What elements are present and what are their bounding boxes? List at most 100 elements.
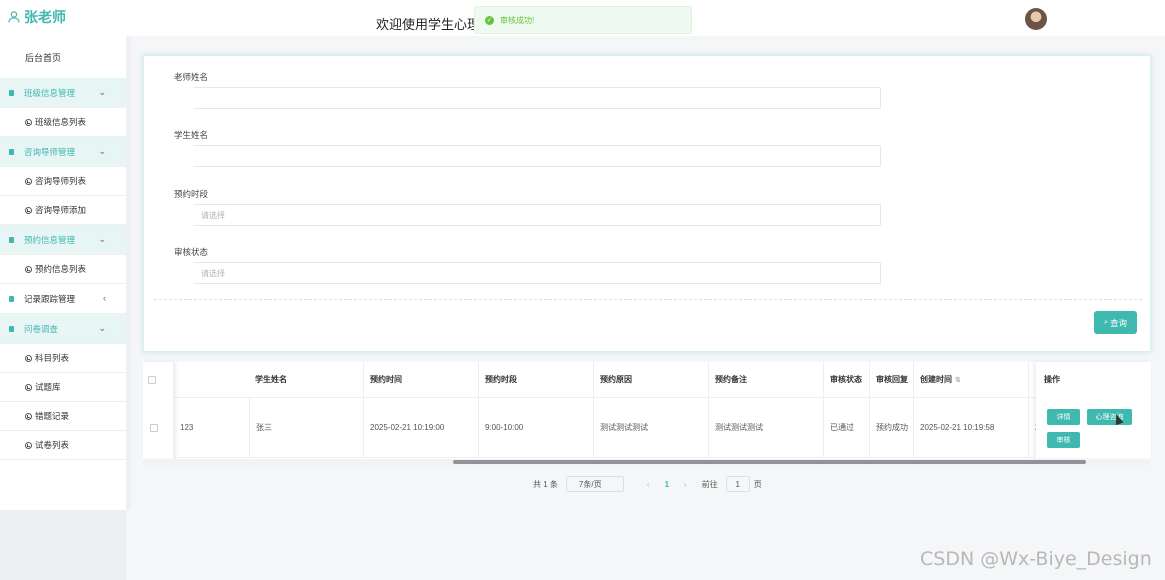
chevron-left-icon: ‹ bbox=[103, 293, 106, 303]
clock-icon bbox=[25, 206, 32, 214]
sidebar-group-label: 问卷调查 bbox=[24, 323, 59, 334]
next-page-icon[interactable]: › bbox=[684, 480, 687, 489]
sidebar-item-question-bank[interactable]: 试题库 bbox=[0, 373, 126, 402]
cell-status: 已通过 bbox=[824, 398, 870, 457]
clock-icon bbox=[25, 177, 32, 185]
chevron-down-icon: ⌄ bbox=[98, 234, 106, 244]
avatar[interactable] bbox=[1025, 8, 1047, 30]
document-icon bbox=[9, 148, 14, 155]
clock-icon bbox=[25, 265, 32, 273]
sidebar-item-label: 班级信息列表 bbox=[35, 117, 87, 127]
sidebar-group-records[interactable]: 记录跟踪管理 ‹ bbox=[0, 284, 126, 314]
pagination: 共 1 条 7条/页 ‹ 1 › 前往 1 页 bbox=[533, 476, 762, 492]
header-time: 预约时间 bbox=[364, 362, 479, 397]
sidebar-item-label: 试卷列表 bbox=[35, 440, 70, 450]
chevron-down-icon: ⌄ bbox=[98, 87, 106, 97]
period-select[interactable]: 请选择 bbox=[193, 204, 881, 226]
check-circle-icon: ✓ bbox=[485, 15, 494, 25]
sidebar-item-class-list[interactable]: 班级信息列表 bbox=[0, 108, 126, 137]
sidebar-group-survey[interactable]: 问卷调查 ⌄ bbox=[0, 314, 126, 344]
clock-icon bbox=[25, 354, 32, 362]
toast-message: 审核成功! bbox=[500, 15, 535, 25]
header-period: 预约时段 bbox=[479, 362, 594, 397]
top-bar: 张老师 欢迎使用学生心理 ✓ 审核成功! bbox=[0, 0, 1165, 36]
fixed-select-column bbox=[143, 362, 174, 458]
page-size-select[interactable]: 7条/页 bbox=[565, 476, 624, 492]
sidebar-item-counselor-list[interactable]: 咨询导师列表 bbox=[0, 167, 126, 196]
sidebar-footer bbox=[0, 510, 126, 580]
sidebar: 后台首页 班级信息管理 ⌄ 班级信息列表 咨询导师管理 ⌄ 咨询导师列表 咨询导… bbox=[0, 36, 126, 510]
page-suffix: 页 bbox=[753, 479, 762, 489]
sidebar-group-label: 班级信息管理 bbox=[24, 87, 76, 98]
fixed-action-column: 操作 详情 心理咨询 审核 bbox=[1036, 362, 1151, 458]
header-actions: 操作 bbox=[1044, 375, 1060, 384]
chevron-down-icon: ⌄ bbox=[98, 146, 106, 156]
cell-reason: 测试测试测试 bbox=[594, 398, 709, 457]
cell-time: 2025-02-21 10:19:00 bbox=[364, 398, 479, 457]
prev-page-icon[interactable]: ‹ bbox=[647, 480, 650, 489]
app-title: 张老师 bbox=[24, 9, 66, 25]
clock-icon bbox=[25, 118, 32, 126]
sidebar-item-label: 科目列表 bbox=[35, 353, 70, 363]
sidebar-group-class[interactable]: 班级信息管理 ⌄ bbox=[0, 78, 126, 108]
sidebar-item-label: 预约信息列表 bbox=[35, 264, 87, 274]
detail-button[interactable]: 详情 bbox=[1047, 409, 1080, 425]
goto-label: 前往 bbox=[701, 479, 718, 489]
sidebar-group-label: 记录跟踪管理 bbox=[24, 293, 76, 304]
cell-student: 张三 bbox=[250, 398, 364, 457]
consult-button[interactable]: 心理咨询 bbox=[1087, 409, 1132, 425]
query-button[interactable]: ⌕ 查询 bbox=[1094, 311, 1137, 334]
app-logo: 张老师 bbox=[8, 7, 66, 27]
appointment-table: 学生姓名 预约时间 预约时段 预约原因 预约备注 审核状态 审核回复 创建时间 … bbox=[143, 362, 1151, 460]
teacher-name-input[interactable] bbox=[193, 87, 881, 109]
header-status: 审核状态 bbox=[824, 362, 870, 397]
cell-remark: 测试测试测试 bbox=[709, 398, 824, 457]
sidebar-item-label: 咨询导师列表 bbox=[35, 176, 87, 186]
sidebar-item-counselor-add[interactable]: 咨询导师添加 bbox=[0, 196, 126, 225]
pagination-total: 共 1 条 bbox=[533, 479, 558, 489]
document-icon bbox=[9, 295, 14, 302]
sidebar-group-counselor[interactable]: 咨询导师管理 ⌄ bbox=[0, 137, 126, 167]
header-student: 学生姓名 bbox=[249, 362, 364, 397]
header-reason: 预约原因 bbox=[594, 362, 709, 397]
sidebar-group-appointment[interactable]: 预约信息管理 ⌄ bbox=[0, 225, 126, 255]
table-row: 123 张三 2025-02-21 10:19:00 9:00-10:00 测试… bbox=[143, 398, 1151, 458]
status-select[interactable]: 请选择 bbox=[193, 262, 881, 284]
goto-page-input[interactable]: 1 bbox=[725, 476, 750, 492]
form-divider bbox=[154, 299, 1142, 300]
page-number[interactable]: 1 bbox=[665, 480, 669, 489]
select-all-checkbox[interactable] bbox=[148, 376, 156, 384]
user-icon bbox=[8, 11, 20, 23]
header-created[interactable]: 创建时间 ⇅ bbox=[914, 362, 1029, 397]
sidebar-group-label: 预约信息管理 bbox=[24, 234, 76, 245]
search-form: 老师姓名 学生姓名 预约时段 请选择 审核状态 请选择 ⌕ 查询 bbox=[143, 55, 1151, 352]
document-icon bbox=[9, 89, 14, 96]
sort-icon[interactable]: ⇅ bbox=[955, 376, 961, 384]
header-remark: 预约备注 bbox=[709, 362, 824, 397]
row-checkbox[interactable] bbox=[150, 424, 158, 432]
sidebar-item-label: 错题记录 bbox=[35, 411, 70, 421]
document-icon bbox=[9, 236, 14, 243]
status-label: 审核状态 bbox=[174, 247, 209, 257]
sidebar-group-label: 咨询导师管理 bbox=[24, 146, 76, 157]
sidebar-item-subjects[interactable]: 科目列表 bbox=[0, 344, 126, 373]
review-button[interactable]: 审核 bbox=[1047, 432, 1080, 448]
clock-icon bbox=[25, 441, 32, 449]
period-label: 预约时段 bbox=[174, 189, 209, 199]
welcome-text: 欢迎使用学生心理 bbox=[376, 17, 481, 32]
sidebar-item-home[interactable]: 后台首页 bbox=[0, 38, 126, 78]
student-name-input[interactable] bbox=[193, 145, 881, 167]
sidebar-item-appointment-list[interactable]: 预约信息列表 bbox=[0, 255, 126, 284]
query-button-label: 查询 bbox=[1109, 317, 1127, 328]
student-name-label: 学生姓名 bbox=[174, 130, 209, 140]
cell-reply: 预约成功 bbox=[870, 398, 914, 457]
header-created-label: 创建时间 bbox=[920, 375, 952, 384]
horizontal-scrollbar[interactable] bbox=[453, 460, 1086, 464]
sidebar-item-wrong-records[interactable]: 错题记录 bbox=[0, 402, 126, 431]
sidebar-item-label: 试题库 bbox=[35, 382, 61, 392]
sidebar-divider bbox=[126, 36, 131, 510]
cell-id: 123 bbox=[174, 398, 250, 457]
clock-icon bbox=[25, 412, 32, 420]
sidebar-item-papers[interactable]: 试卷列表 bbox=[0, 431, 126, 460]
search-icon: ⌕ bbox=[1104, 318, 1108, 326]
